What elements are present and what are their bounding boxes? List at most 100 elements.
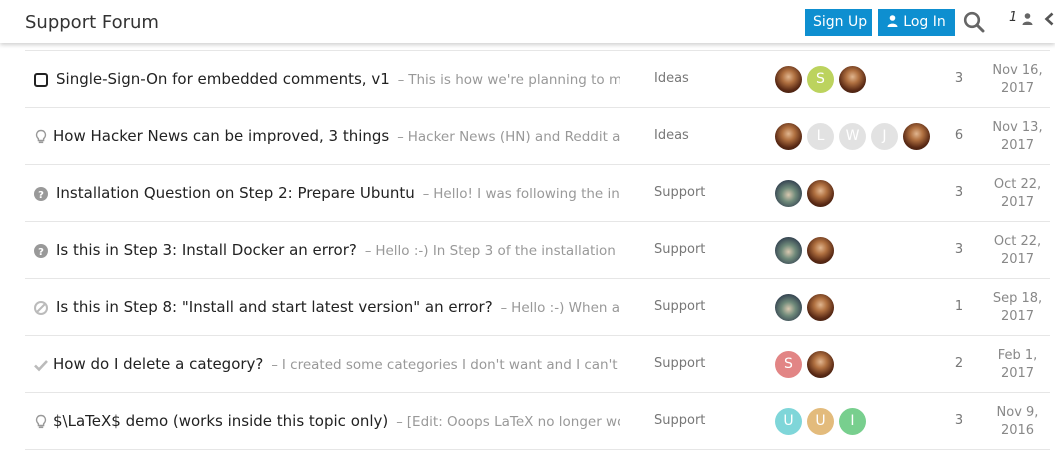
activity-year: 2017 xyxy=(1000,81,1035,96)
activity-date: Oct 22, xyxy=(993,177,1042,192)
reply-count[interactable]: 3 xyxy=(954,185,964,200)
avatar[interactable] xyxy=(807,351,834,378)
topic-title[interactable]: Is this in Step 3: Install Docker an err… xyxy=(56,241,357,259)
topic-title[interactable]: $\LaTeX$ demo (works inside this topic o… xyxy=(53,412,388,430)
avatar[interactable]: U xyxy=(807,408,834,435)
last-activity[interactable]: Nov 13, 2017 xyxy=(985,119,1050,155)
topic-excerpt[interactable]: Hello! I was following the installation xyxy=(433,186,620,202)
topic-cell: $\LaTeX$ demo (works inside this topic o… xyxy=(25,393,620,449)
topic-row[interactable]: How do I delete a category? – I created so… xyxy=(25,336,1050,393)
topic-line: Is this in Step 3: Install Docker an err… xyxy=(56,241,620,259)
last-activity[interactable]: Nov 16, 2017 xyxy=(985,62,1050,98)
topic-cell: ? Is this in Step 3: Install Docker an er… xyxy=(25,222,620,278)
excerpt-separator: – xyxy=(397,130,404,145)
chevron-left-icon[interactable] xyxy=(1044,12,1055,26)
last-activity[interactable]: Oct 22, 2017 xyxy=(985,176,1050,212)
last-activity[interactable]: Feb 1, 2017 xyxy=(985,347,1050,383)
excerpt-separator: – xyxy=(422,187,430,202)
avatar[interactable]: J xyxy=(871,123,898,150)
reply-count[interactable]: 3 xyxy=(954,242,964,257)
topic-line: Is this in Step 8: "Install and start la… xyxy=(56,298,620,316)
topic-category[interactable]: Support xyxy=(654,413,705,428)
log-in-button[interactable]: Log In xyxy=(878,9,955,36)
topic-row[interactable]: ? Is this in Step 3: Install Docker an er… xyxy=(25,222,1050,279)
search-icon[interactable] xyxy=(963,11,985,33)
topic-title[interactable]: How Hacker News can be improved, 3 thing… xyxy=(53,127,389,145)
last-activity[interactable]: Nov 9, 2016 xyxy=(985,404,1050,440)
question-circle-icon: ? xyxy=(34,244,48,258)
reply-count[interactable]: 2 xyxy=(954,356,964,371)
avatar[interactable]: S xyxy=(807,66,834,93)
topic-category[interactable]: Support xyxy=(654,356,705,371)
topic-excerpt[interactable]: Hello :-) When attempting xyxy=(511,300,620,316)
lightbulb-icon xyxy=(35,129,47,144)
activity-date: Sep 18, xyxy=(992,291,1043,306)
lightbulb-icon xyxy=(35,414,47,429)
topic-excerpt[interactable]: This is how we're planning to make it po… xyxy=(408,72,620,88)
square-checkbox-icon xyxy=(34,73,48,87)
topic-line: How Hacker News can be improved, 3 thing… xyxy=(53,127,620,145)
topic-excerpt[interactable]: Hacker News (HN) and Reddit are great xyxy=(408,129,620,145)
avatar[interactable] xyxy=(807,180,834,207)
excerpt-separator: – xyxy=(364,244,372,259)
topic-line: How do I delete a category? – I created so… xyxy=(53,355,620,373)
topic-row[interactable]: Single-Sign-On for embedded comments, v1… xyxy=(25,51,1050,108)
topic-cell: Single-Sign-On for embedded comments, v1… xyxy=(25,51,620,107)
reply-count[interactable]: 6 xyxy=(954,128,964,143)
topic-title[interactable]: Installation Question on Step 2: Prepare… xyxy=(56,184,415,202)
activity-year: 2017 xyxy=(1000,138,1035,153)
excerpt-separator: – xyxy=(396,415,403,430)
last-activity[interactable]: Sep 18, 2017 xyxy=(985,290,1050,326)
topic-category[interactable]: Ideas xyxy=(654,128,689,143)
log-in-label: Log In xyxy=(903,14,946,30)
topic-row[interactable]: $\LaTeX$ demo (works inside this topic o… xyxy=(25,393,1050,450)
topic-row[interactable]: How Hacker News can be improved, 3 thing… xyxy=(25,108,1050,165)
topic-line: $\LaTeX$ demo (works inside this topic o… xyxy=(53,412,620,430)
topic-category[interactable]: Support xyxy=(654,299,705,314)
reply-count[interactable]: 3 xyxy=(954,413,964,428)
topic-excerpt[interactable]: Hello :-) In Step 3 of the installation … xyxy=(375,243,620,259)
svg-text:?: ? xyxy=(38,247,44,258)
avatar[interactable] xyxy=(775,123,802,150)
reply-count[interactable]: 1 xyxy=(954,299,964,314)
users-icon[interactable] xyxy=(1022,13,1033,25)
activity-date: Oct 22, xyxy=(993,234,1042,249)
avatar[interactable] xyxy=(775,237,802,264)
avatar[interactable] xyxy=(903,123,930,150)
topic-title[interactable]: How do I delete a category? xyxy=(53,355,263,373)
avatar[interactable]: U xyxy=(775,408,802,435)
topic-line: Single-Sign-On for embedded comments, v1… xyxy=(56,70,620,88)
avatar[interactable] xyxy=(839,66,866,93)
sign-up-button[interactable]: Sign Up xyxy=(805,9,872,36)
topic-cell: ? Installation Question on Step 2: Prepar… xyxy=(25,165,620,221)
user-icon xyxy=(887,15,898,27)
avatar[interactable]: W xyxy=(839,123,866,150)
excerpt-separator: – xyxy=(271,358,278,373)
avatar[interactable] xyxy=(807,237,834,264)
topic-excerpt[interactable]: [Edit: Ooops LaTeX no longer works xyxy=(407,414,620,430)
activity-year: 2017 xyxy=(1000,195,1035,210)
avatar[interactable] xyxy=(807,294,834,321)
topic-row[interactable]: Is this in Step 8: "Install and start la… xyxy=(25,279,1050,336)
topic-category[interactable]: Support xyxy=(654,185,705,200)
activity-date: Nov 13, xyxy=(992,120,1043,135)
topic-category[interactable]: Ideas xyxy=(654,71,689,86)
topic-row[interactable]: ? Installation Question on Step 2: Prepar… xyxy=(25,165,1050,222)
topic-cell: Is this in Step 8: "Install and start la… xyxy=(25,279,620,335)
activity-year: 2016 xyxy=(1000,423,1035,438)
avatar[interactable]: L xyxy=(807,123,834,150)
avatar[interactable] xyxy=(775,294,802,321)
last-activity[interactable]: Oct 22, 2017 xyxy=(985,233,1050,269)
avatar[interactable] xyxy=(775,66,802,93)
topic-category[interactable]: Support xyxy=(654,242,705,257)
avatar[interactable]: I xyxy=(839,408,866,435)
question-circle-icon: ? xyxy=(34,187,48,201)
topic-title[interactable]: Is this in Step 8: "Install and start la… xyxy=(56,298,493,316)
site-title[interactable]: Support Forum xyxy=(25,12,159,33)
avatar[interactable]: S xyxy=(775,351,802,378)
avatar[interactable] xyxy=(775,180,802,207)
topic-excerpt[interactable]: I created some categories I don't want a… xyxy=(282,357,620,373)
reply-count[interactable]: 3 xyxy=(954,71,964,86)
topic-title[interactable]: Single-Sign-On for embedded comments, v1 xyxy=(56,70,390,88)
excerpt-separator: – xyxy=(397,73,405,88)
